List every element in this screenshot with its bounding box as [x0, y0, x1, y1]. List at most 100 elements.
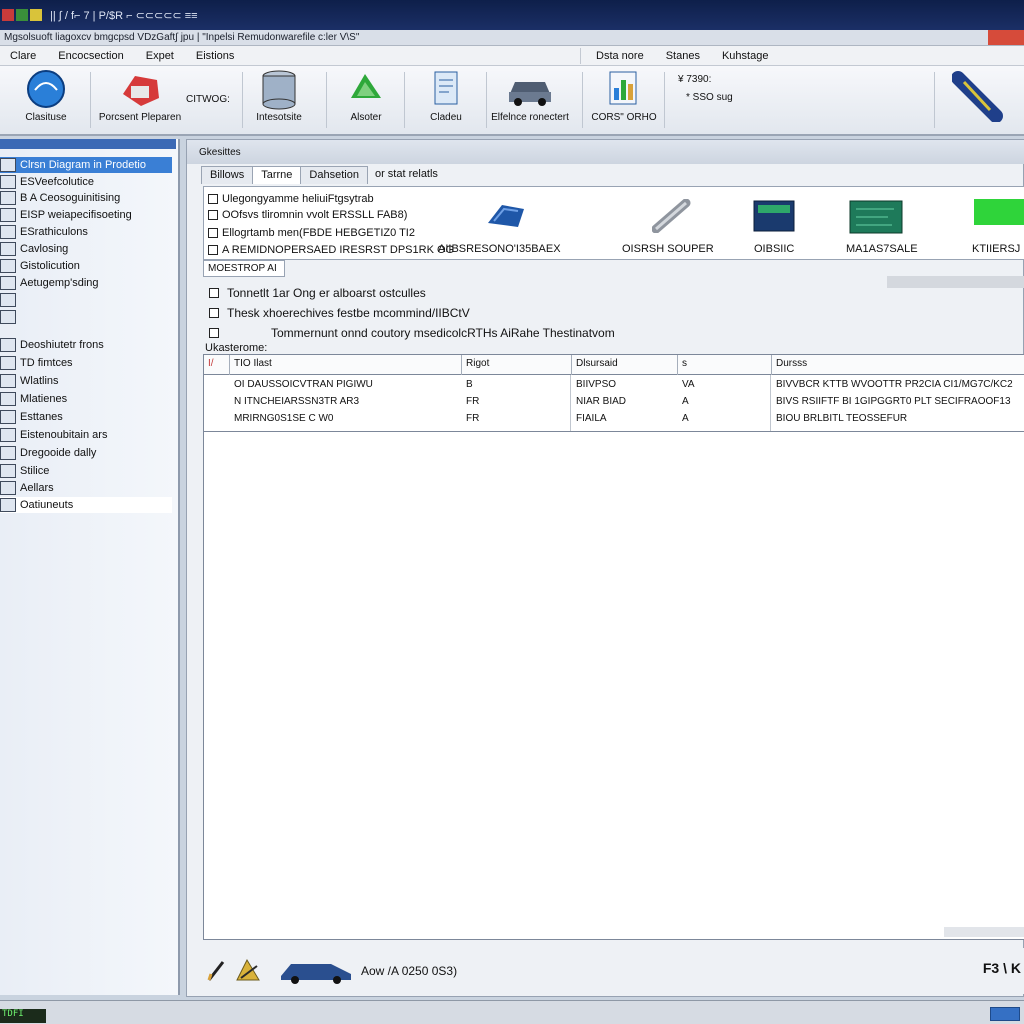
column-header[interactable]: Dlsursaid [572, 355, 678, 375]
path-bar: Mgsolsuoft liagoxcv bmgcpsd VDzGaft∫ jpu… [0, 30, 1024, 46]
item-icon [0, 293, 16, 307]
item-icon [0, 175, 16, 189]
option-line[interactable]: Tonnetlt 1ar Ong er alboarst ostculles [209, 286, 426, 300]
sidebar-item-label: Wlatlins [20, 375, 59, 387]
checkbox[interactable] [208, 228, 218, 238]
item-icon [0, 338, 16, 352]
menu-item-data-nore[interactable]: Dsta nore [586, 50, 656, 62]
column-header[interactable]: Dursss [772, 355, 1024, 375]
component-injector[interactable] [652, 199, 692, 233]
tab-billows[interactable]: Billows [201, 166, 254, 184]
menu-item-encocsection[interactable]: Encocsection [48, 50, 135, 62]
sidebar-item-0[interactable]: Clrsn Diagram in Prodetio [0, 157, 172, 173]
sidebar-item-6[interactable]: Gistolicution [0, 258, 172, 274]
close-button[interactable] [988, 30, 1024, 45]
bottom-strip: Aow /A 0250 0S3) F3 \ K [203, 948, 1024, 994]
checkbox[interactable] [209, 308, 219, 318]
menu-item-clare[interactable]: Clare [0, 50, 48, 62]
sidebar-item-label: Mlatienes [20, 393, 68, 405]
tools-icon[interactable] [233, 956, 263, 984]
menu-item-eistions[interactable]: Eistions [186, 50, 247, 62]
sidebar-item-16[interactable]: Dregooide dally [0, 445, 172, 461]
checkbox[interactable] [208, 245, 218, 255]
column-header[interactable]: Rigot [462, 355, 572, 375]
sensor-icon [488, 205, 524, 227]
sidebar-item-1[interactable]: ESVeefcolutice [0, 174, 172, 190]
column-header[interactable]: I/ [204, 355, 230, 375]
sidebar-item-3[interactable]: EISP weiapecifisoeting [0, 207, 172, 223]
sidebar-item-8[interactable] [0, 292, 172, 308]
table-cell: NIAR BIAD [576, 396, 627, 407]
tool-porcsent-pleparen[interactable]: Porcsent Pleparen [99, 66, 181, 134]
column-header[interactable]: TIO Ilast [230, 355, 462, 375]
option-line[interactable]: Thesk xhoerechives festbe mcommind/IIBCt… [209, 306, 470, 320]
table-cell: A [682, 396, 689, 407]
table-row[interactable]: MRIRNG0S1SE C W0 FR FIAILA A BIOU BRLBIT… [204, 411, 1024, 427]
tab-dahsetion[interactable]: Dahsetion [300, 166, 368, 184]
status-button[interactable] [990, 1007, 1020, 1021]
component-ecu[interactable] [752, 197, 798, 235]
app-icon-3 [30, 9, 42, 21]
code-field[interactable]: MOESTROP AI [203, 260, 285, 277]
checkbox[interactable] [209, 328, 219, 338]
checkbox[interactable] [208, 194, 218, 204]
sidebar-item-7[interactable]: Aetugemp'sding [0, 275, 172, 291]
tab-tarrne[interactable]: Tarrne [252, 166, 302, 184]
sidebar-item-17[interactable]: Stilice [0, 463, 172, 479]
horizontal-scrollbar[interactable] [944, 927, 1024, 937]
info-line: A REMIDNOPERSAED IRESRST DPS1RK OG [208, 244, 454, 256]
app-icon-2 [16, 9, 28, 21]
item-icon [0, 498, 16, 512]
usb-cable-icon[interactable] [952, 70, 1008, 122]
sidebar-item-11[interactable]: TD fimtces [0, 355, 172, 371]
checkbox[interactable] [209, 288, 219, 298]
table-cell: BIVS RSIIFTF BI 1GIPGGRT0 PLT SECIFRAOOF… [776, 396, 1011, 407]
tool-label: Clasituse [25, 112, 67, 123]
component-circuit-board[interactable] [848, 197, 904, 237]
info-text: A REMIDNOPERSAED IRESRST DPS1RK OG [222, 244, 455, 256]
toolbar-divider [404, 72, 405, 128]
tool-cladeu[interactable]: Cladeu [416, 66, 476, 134]
table-row[interactable]: OI DAUSSOICVTRAN PIGIWU B BIIVPSO VA BIV… [204, 377, 1024, 393]
toolbar-divider [326, 72, 327, 128]
sidebar-item-13[interactable]: Mlatienes [0, 391, 172, 407]
sidebar-item-4[interactable]: ESrathiculons [0, 224, 172, 240]
title-bar: || ∫ / f⌐ 7 | P/$R ⌐ ⊂⊂⊂⊂⊂ ≡≡ [0, 0, 1024, 30]
database-icon [262, 70, 296, 110]
menu-item-kuhstage[interactable]: Kuhstage [712, 50, 780, 62]
tool-alsoter[interactable]: Alsoter [336, 66, 396, 134]
menu-item-expet[interactable]: Expet [136, 50, 186, 62]
item-icon [0, 158, 16, 172]
tool-elfelnce-ronectert[interactable]: Elfelnce ronectert [488, 66, 572, 134]
sidebar-item-14[interactable]: Esttanes [0, 409, 172, 425]
item-icon [0, 356, 16, 370]
pencil-icon[interactable] [205, 958, 227, 984]
car-icon[interactable] [277, 958, 357, 984]
checkbox[interactable] [208, 210, 218, 220]
component-green-module[interactable] [974, 197, 1024, 229]
tab-stat-relatls[interactable]: or stat relatls [367, 166, 446, 184]
document-icon [434, 71, 458, 105]
sidebar-item-10[interactable]: Deoshiutetr frons [0, 337, 172, 353]
menu-item-stanes[interactable]: Stanes [656, 50, 712, 62]
sidebar-item-15[interactable]: Eistenoubitain ars [0, 427, 172, 443]
option-line[interactable]: Tommernunt onnd coutory msedicolcRTHs Ai… [209, 326, 615, 340]
sidebar-item-12[interactable]: Wlatlins [0, 373, 172, 389]
sidebar-item-9[interactable] [0, 309, 172, 325]
sidebar-item-label: EISP weiapecifisoeting [20, 209, 132, 221]
sidebar-item-2[interactable]: B A Ceosoguinitising [0, 190, 172, 206]
sidebar-item-label: Eistenoubitain ars [20, 429, 108, 441]
sidebar-item-18[interactable]: Aellars [0, 480, 172, 496]
component-label: AIIBSRESONO'I35BAEX [438, 243, 561, 255]
tool-intesotsite[interactable]: Intesotsite [248, 66, 310, 134]
component-sensor[interactable] [484, 199, 528, 233]
sidebar-item-19[interactable]: Oatiuneuts [0, 497, 172, 513]
column-header[interactable]: s [678, 355, 772, 375]
sidebar-item-5[interactable]: Cavlosing [0, 241, 172, 257]
tool-cors-orho[interactable]: CORS" ORHO [590, 66, 658, 134]
file-path: Mgsolsuoft liagoxcv bmgcpsd VDzGaft∫ jpu… [4, 32, 360, 43]
tool-clasituse[interactable]: Clasituse [16, 66, 76, 134]
table-row[interactable]: N ITNCHEIARSSN3TR AR3 FR NIAR BIAD A BIV… [204, 394, 1024, 410]
sidebar-item-label: TD fimtces [20, 357, 73, 369]
item-icon [0, 310, 16, 324]
